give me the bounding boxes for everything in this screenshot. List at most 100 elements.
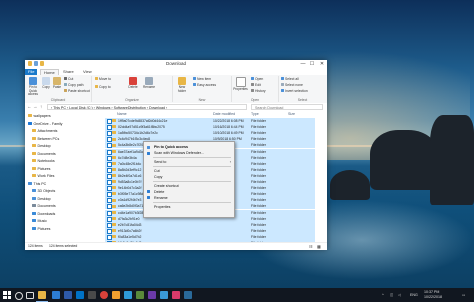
sidebar-item-label: Attachments (37, 129, 58, 133)
sidebar-item[interactable]: Downloads (32, 211, 55, 218)
new-item-button[interactable]: New item (193, 77, 211, 82)
column-header-date[interactable]: Date modified (213, 111, 235, 117)
paste-shortcut-button[interactable]: Paste shortcut (64, 89, 90, 94)
select-all-button[interactable]: Select all (281, 77, 299, 82)
new-group: New folder New item Easy access New (173, 76, 232, 102)
chrome-icon[interactable] (100, 291, 108, 299)
move-to-button[interactable]: Move to (95, 77, 111, 82)
context-menu: Pin to Quick access Scan with Windows Def… (143, 141, 235, 218)
details-view-icon[interactable]: ☷ (309, 243, 313, 250)
folder-icon (32, 226, 36, 230)
settings-gear-icon[interactable] (88, 291, 96, 299)
copy-to-button[interactable]: Copy to (95, 85, 111, 90)
edge-icon[interactable] (52, 291, 60, 299)
sidebar-item[interactable]: OneDrive - Family (28, 121, 62, 128)
photos-icon[interactable] (124, 291, 132, 299)
context-menu-item[interactable]: Properties (144, 204, 234, 210)
context-menu-item[interactable]: Copy (144, 174, 234, 180)
search-icon[interactable] (15, 292, 23, 300)
language-indicator[interactable]: ENG (410, 290, 418, 300)
rename-button[interactable]: Rename (142, 77, 156, 90)
address-bar[interactable]: › This PC › Local Disk (C:) › Windows › … (47, 104, 247, 110)
menu-item-icon (147, 151, 150, 155)
sidebar-item-label: OneDrive - Family (33, 121, 63, 126)
groove-icon[interactable] (172, 291, 180, 299)
open-button[interactable]: Open (251, 77, 263, 82)
copy-icon (42, 77, 50, 85)
delete-button[interactable]: Delete (127, 77, 139, 90)
invert-selection-button[interactable]: Invert selection (281, 89, 308, 94)
tray-chevron-icon[interactable]: ^ (382, 290, 384, 300)
folder-icon (112, 229, 116, 233)
task-view-icon[interactable] (26, 292, 34, 299)
sidebar-item[interactable]: Notebooks (32, 158, 55, 165)
file-explorer-icon[interactable] (38, 291, 46, 299)
folder-icon (32, 129, 36, 133)
sidebar-item[interactable]: 3D Objects (32, 188, 55, 195)
sidebar-item[interactable]: Music (32, 218, 47, 225)
terminal-icon[interactable] (184, 291, 192, 299)
sidebar-item[interactable]: Pictures (32, 166, 50, 173)
column-header-type[interactable]: Type (251, 111, 259, 117)
context-menu-item[interactable]: Scan with Windows Defender... (144, 150, 234, 156)
windows-start-icon[interactable] (3, 291, 11, 299)
paste-button[interactable]: Paste (52, 77, 62, 90)
sidebar-item[interactable]: Documents (32, 203, 56, 210)
store-icon[interactable] (160, 291, 168, 299)
pin-quick-access-button[interactable]: Pin to Quick access (26, 77, 40, 97)
mail-icon[interactable] (76, 291, 84, 299)
folder-icon (112, 192, 116, 196)
edit-label: Edit (255, 83, 261, 87)
volume-icon[interactable]: ◁ (398, 290, 401, 300)
sidebar-item[interactable]: Between PCs (32, 136, 59, 143)
maximize-button[interactable]: ☐ (307, 60, 317, 68)
rename-icon (145, 77, 153, 85)
sidebar-item[interactable]: wallpapers (28, 113, 51, 120)
select-group-label: Select (297, 98, 308, 102)
up-arrow-icon[interactable]: ↑ (40, 104, 42, 110)
delete-label: Delete (128, 85, 138, 89)
sidebar-item[interactable]: Desktop (32, 143, 51, 150)
excel-icon[interactable] (136, 291, 144, 299)
sidebar-item[interactable]: This PC (28, 181, 46, 188)
paste-shortcut-label: Paste shortcut (68, 89, 90, 93)
sidebar-item[interactable]: Pictures (32, 226, 50, 233)
search-input[interactable]: Search Download (251, 104, 323, 110)
cut-button[interactable]: Cut (64, 77, 73, 82)
select-all-label: Select all (285, 77, 299, 81)
firefox-icon[interactable] (112, 291, 120, 299)
history-button[interactable]: History (251, 89, 266, 94)
menu-item-icon (147, 190, 150, 194)
column-header-name[interactable]: Name (117, 111, 127, 117)
context-menu-item[interactable]: Rename (144, 195, 234, 201)
sidebar-item[interactable]: Desktop (32, 196, 51, 203)
delete-x-icon (129, 77, 137, 85)
clock-date[interactable]: 10/22/2018 (424, 295, 442, 300)
folder-icon (32, 151, 36, 155)
folder-icon (32, 219, 36, 223)
folder-icon (112, 155, 116, 159)
notifications-icon[interactable]: ▭ (462, 290, 465, 300)
easy-access-button[interactable]: Easy access (193, 83, 216, 88)
select-none-button[interactable]: Select none (281, 83, 303, 88)
column-header-size[interactable]: Size (288, 111, 295, 117)
close-button[interactable]: ✕ (317, 60, 327, 68)
word-icon[interactable] (64, 291, 72, 299)
forward-arrow-icon[interactable]: → (33, 104, 38, 110)
sidebar-item[interactable]: Attachments (32, 128, 57, 135)
network-icon[interactable]: ◫ (390, 290, 393, 300)
new-folder-button[interactable]: New folder (175, 77, 189, 93)
onenote-icon[interactable] (148, 291, 156, 299)
title-bar[interactable]: Download — ☐ ✕ (25, 60, 327, 68)
context-menu-item[interactable]: Send to › (144, 159, 234, 165)
folder-icon (112, 161, 116, 165)
large-icons-view-icon[interactable]: ▦ (317, 243, 321, 250)
copy-button[interactable]: Copy (41, 77, 51, 90)
properties-button[interactable]: Properties (233, 77, 248, 92)
sidebar-item[interactable]: Work Files (32, 173, 54, 180)
menu-separator (153, 157, 231, 158)
sidebar-item[interactable]: Documents (32, 151, 56, 158)
back-arrow-icon[interactable]: ← (27, 104, 32, 110)
edit-button[interactable]: Edit (251, 83, 261, 88)
copy-path-button[interactable]: Copy path (64, 83, 83, 88)
